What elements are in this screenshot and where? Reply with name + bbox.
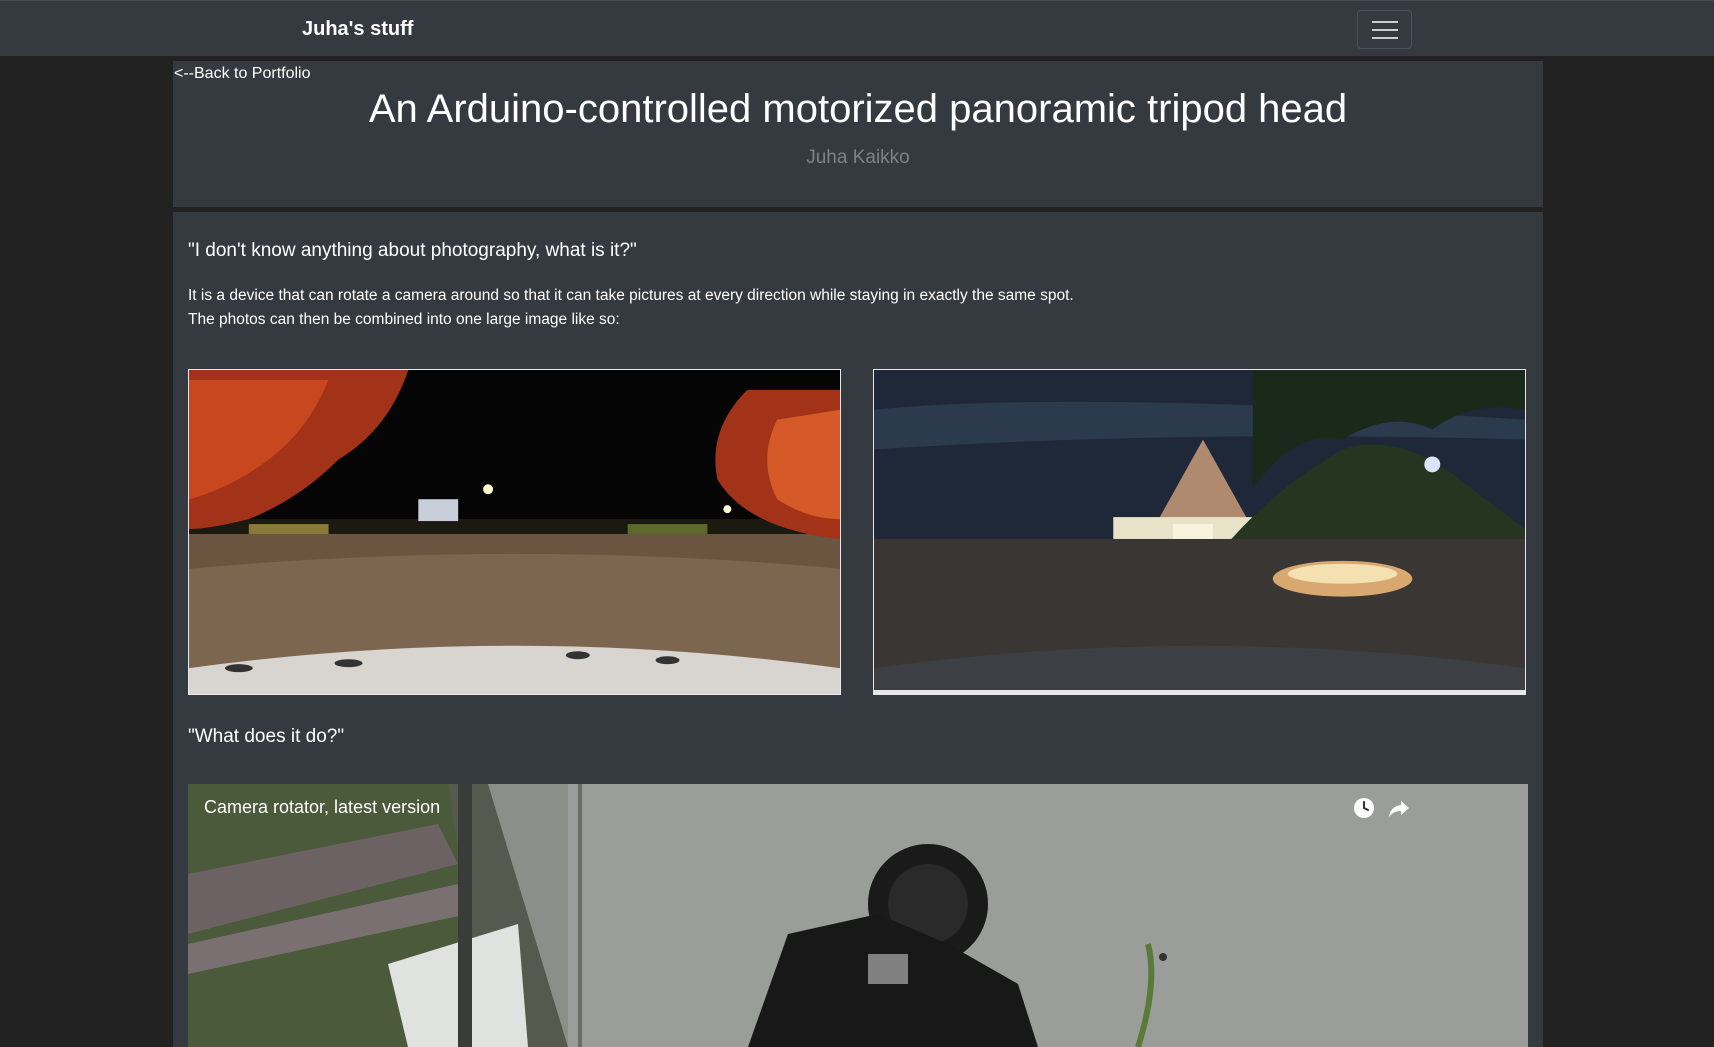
description-text: It is a device that can rotate a camera … bbox=[188, 284, 1074, 332]
embedded-video-player[interactable]: Camera rotator, latest version bbox=[188, 784, 1528, 1047]
video-title: Camera rotator, latest version bbox=[204, 797, 441, 817]
header-panel: <--Back to Portfolio An Arduino-controll… bbox=[173, 61, 1543, 207]
navbar: Juha's stuff bbox=[0, 0, 1714, 56]
panorama-image-autumn-park[interactable] bbox=[188, 369, 841, 695]
section-heading-what-is-it: "I don't know anything about photography… bbox=[188, 240, 637, 261]
description-line-1: It is a device that can rotate a camera … bbox=[188, 287, 1074, 304]
author-name: Juha Kaikko bbox=[806, 147, 910, 168]
hamburger-menu-icon[interactable] bbox=[1357, 10, 1412, 49]
back-to-portfolio-link[interactable]: <--Back to Portfolio bbox=[174, 65, 311, 83]
menu-bar bbox=[1371, 36, 1398, 39]
description-line-2: The photos can then be combined into one… bbox=[188, 311, 620, 328]
panorama-church-graphic bbox=[874, 370, 1525, 694]
panorama-image-night-church[interactable] bbox=[873, 369, 1526, 695]
share-icon[interactable] bbox=[1387, 796, 1411, 820]
content-panel: "I don't know anything about photography… bbox=[173, 212, 1543, 1047]
panorama-autumn-graphic bbox=[189, 370, 840, 694]
video-thumbnail bbox=[188, 784, 1528, 1047]
clock-icon[interactable] bbox=[1352, 796, 1376, 820]
page-title: An Arduino-controlled motorized panorami… bbox=[368, 87, 1348, 131]
menu-bar bbox=[1371, 20, 1398, 23]
menu-bar bbox=[1371, 28, 1398, 31]
navbar-brand[interactable]: Juha's stuff bbox=[302, 18, 413, 41]
section-heading-what-does-it-do: "What does it do?" bbox=[188, 726, 345, 747]
